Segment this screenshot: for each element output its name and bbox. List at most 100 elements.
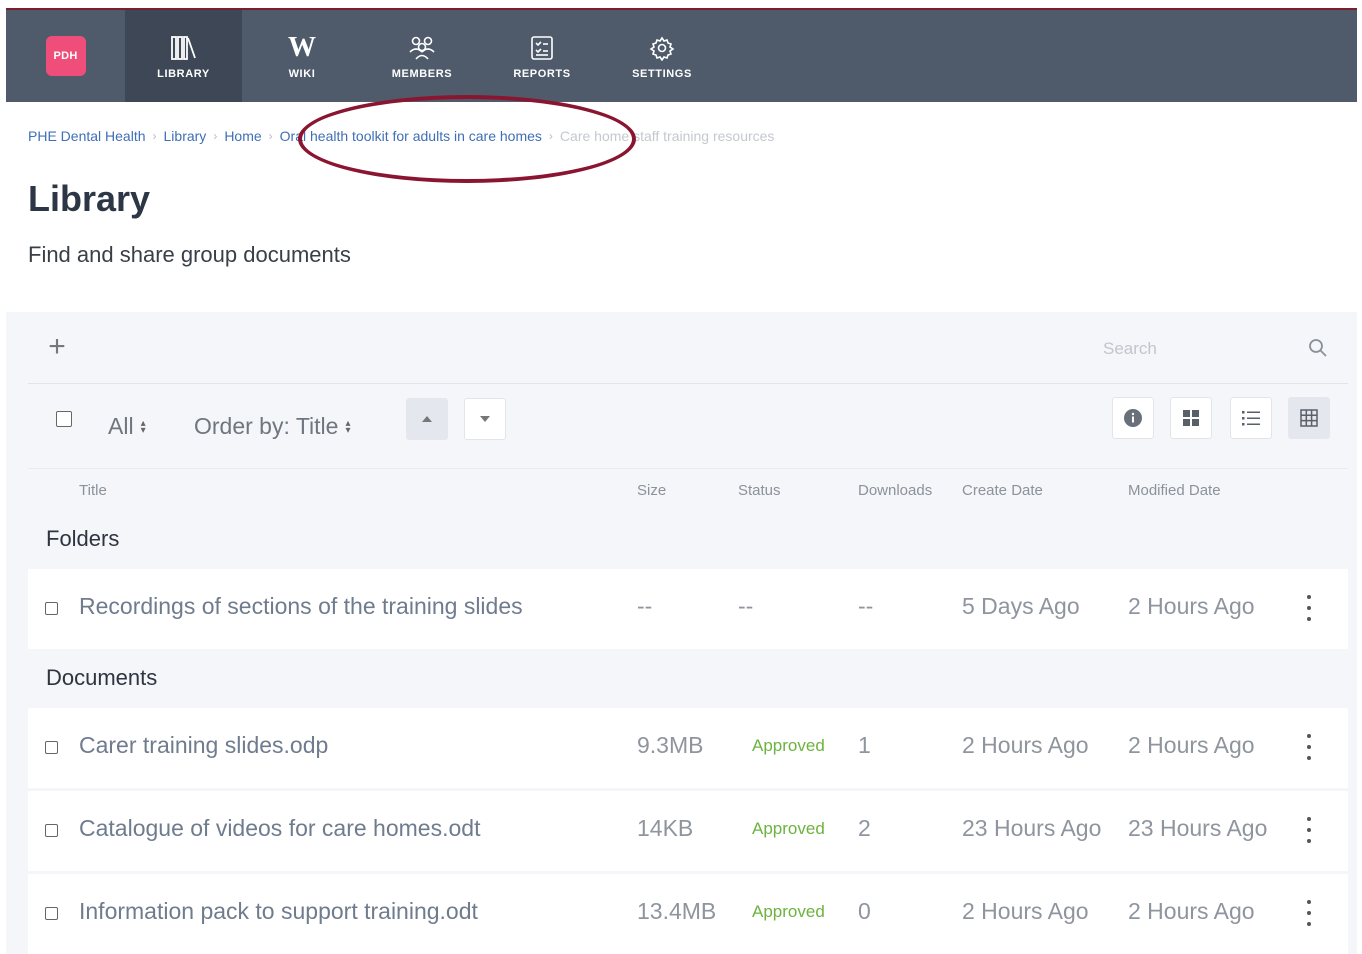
search-input[interactable] bbox=[1068, 339, 1288, 359]
nav-item-wiki[interactable]: W WIKI bbox=[242, 10, 362, 102]
nav-item-library[interactable]: LIBRARY bbox=[125, 10, 242, 102]
page-title: Library bbox=[28, 178, 151, 219]
nav-item-reports[interactable]: REPORTS bbox=[482, 10, 602, 102]
table-header: Title Size Status Downloads Create Date … bbox=[28, 480, 1348, 504]
filter-dropdown[interactable]: All ▴ ▾ bbox=[108, 413, 146, 440]
group-logo[interactable]: PDH bbox=[45, 36, 86, 76]
nav-item-members[interactable]: MEMBERS bbox=[362, 10, 482, 102]
sort-ascending-button[interactable] bbox=[406, 398, 448, 440]
row-downloads: 0 bbox=[858, 898, 871, 924]
list-icon bbox=[1242, 411, 1260, 426]
table-view-button[interactable] bbox=[1288, 397, 1330, 439]
section-label-folders: Folders bbox=[46, 526, 120, 551]
info-icon bbox=[1124, 409, 1142, 427]
nav-label-settings: SETTINGS bbox=[632, 68, 692, 80]
breadcrumb-item-group[interactable]: PHE Dental Health bbox=[28, 128, 146, 144]
page-subtitle: Find and share group documents bbox=[28, 242, 351, 267]
logo-container: PDH bbox=[6, 10, 125, 102]
row-status: Approved bbox=[752, 902, 825, 921]
more-options-icon[interactable] bbox=[1303, 817, 1315, 843]
nav-label-library: LIBRARY bbox=[157, 68, 210, 80]
list-toolbar: All ▴ ▾ Order by: Title ▴ ▾ bbox=[28, 385, 1348, 469]
section-label-documents: Documents bbox=[46, 665, 158, 690]
document-row[interactable]: Carer training slides.odp 9.3MB Approved… bbox=[28, 708, 1348, 788]
document-row[interactable]: Information pack to support training.odt… bbox=[28, 874, 1348, 954]
sort-arrows-icon: ▴ ▾ bbox=[345, 417, 351, 436]
row-size: 9.3MB bbox=[637, 732, 704, 758]
filter-label: All bbox=[108, 413, 134, 439]
column-header-status[interactable]: Status bbox=[738, 482, 781, 499]
more-options-icon[interactable] bbox=[1303, 595, 1315, 621]
reports-icon bbox=[529, 32, 555, 64]
breadcrumb: PHE Dental Health › Library › Home › Ora… bbox=[28, 126, 774, 146]
document-title[interactable]: Information pack to support training.odt bbox=[79, 898, 478, 925]
row-modified-date: 23 Hours Ago bbox=[1128, 815, 1268, 841]
info-button[interactable] bbox=[1112, 397, 1154, 439]
caret-down-icon bbox=[480, 416, 490, 422]
row-downloads: -- bbox=[858, 593, 874, 619]
members-icon bbox=[407, 32, 437, 64]
column-header-size[interactable]: Size bbox=[637, 482, 666, 499]
row-status: Approved bbox=[752, 736, 825, 755]
column-header-modified-date[interactable]: Modified Date bbox=[1128, 482, 1221, 499]
row-checkbox[interactable] bbox=[45, 602, 58, 615]
row-modified-date: 2 Hours Ago bbox=[1128, 593, 1255, 619]
row-checkbox[interactable] bbox=[45, 741, 58, 754]
nav-label-reports: REPORTS bbox=[513, 68, 571, 80]
search-icon[interactable] bbox=[1308, 338, 1328, 363]
list-view-button[interactable] bbox=[1230, 397, 1272, 439]
column-header-title[interactable]: Title bbox=[79, 482, 107, 499]
grid-large-icon bbox=[1183, 410, 1199, 426]
search-box bbox=[1068, 334, 1328, 364]
row-create-date: 5 Days Ago bbox=[962, 593, 1080, 619]
select-all-checkbox[interactable] bbox=[56, 411, 72, 427]
column-header-downloads[interactable]: Downloads bbox=[858, 482, 932, 499]
panel-top-bar: + bbox=[28, 312, 1348, 384]
row-checkbox[interactable] bbox=[45, 824, 58, 837]
chevron-right-icon: › bbox=[152, 129, 157, 143]
folder-title[interactable]: Recordings of sections of the training s… bbox=[79, 593, 523, 620]
column-header-create-date[interactable]: Create Date bbox=[962, 482, 1043, 499]
caret-up-icon bbox=[422, 416, 432, 422]
order-by-label: Order by: Title bbox=[194, 413, 339, 439]
chevron-right-icon: › bbox=[213, 129, 218, 143]
row-status: Approved bbox=[752, 819, 825, 838]
nav-item-settings[interactable]: SETTINGS bbox=[602, 10, 722, 102]
row-size: 13.4MB bbox=[637, 898, 717, 924]
row-create-date: 2 Hours Ago bbox=[962, 732, 1089, 758]
sort-descending-button[interactable] bbox=[464, 398, 506, 440]
order-by-dropdown[interactable]: Order by: Title ▴ ▾ bbox=[194, 413, 350, 440]
chevron-right-icon: › bbox=[268, 129, 273, 143]
top-nav-bar: PDH LIBRARY W WIKI MEMBERS REPORTS SETTI… bbox=[6, 8, 1357, 102]
row-size: -- bbox=[637, 593, 653, 619]
wiki-icon: W bbox=[288, 32, 316, 63]
nav-label-members: MEMBERS bbox=[391, 68, 453, 80]
row-create-date: 23 Hours Ago bbox=[962, 815, 1102, 841]
row-status: -- bbox=[738, 593, 754, 619]
library-icon bbox=[170, 32, 198, 64]
tile-view-button[interactable] bbox=[1170, 397, 1212, 439]
folder-row[interactable]: Recordings of sections of the training s… bbox=[28, 569, 1348, 649]
settings-icon bbox=[649, 32, 675, 64]
more-options-icon[interactable] bbox=[1303, 900, 1315, 926]
chevron-right-icon: › bbox=[548, 129, 553, 143]
nav-label-wiki: WIKI bbox=[288, 68, 316, 80]
row-create-date: 2 Hours Ago bbox=[962, 898, 1089, 924]
breadcrumb-item-toolkit[interactable]: Oral health toolkit for adults in care h… bbox=[280, 128, 542, 144]
row-downloads: 1 bbox=[858, 732, 871, 758]
document-row[interactable]: Catalogue of videos for care homes.odt 1… bbox=[28, 791, 1348, 871]
document-title[interactable]: Catalogue of videos for care homes.odt bbox=[79, 815, 480, 842]
more-options-icon[interactable] bbox=[1303, 734, 1315, 760]
breadcrumb-item-home[interactable]: Home bbox=[224, 128, 261, 144]
breadcrumb-item-current: Care home staff training resources bbox=[559, 128, 775, 144]
row-downloads: 2 bbox=[858, 815, 871, 841]
breadcrumb-item-library[interactable]: Library bbox=[164, 128, 207, 144]
row-modified-date: 2 Hours Ago bbox=[1128, 898, 1255, 924]
add-button[interactable]: + bbox=[42, 332, 72, 362]
row-checkbox[interactable] bbox=[45, 907, 58, 920]
document-title[interactable]: Carer training slides.odp bbox=[79, 732, 328, 759]
library-panel: + All ▴▾ Order by: Title ▴▾ bbox=[6, 312, 1357, 954]
sort-arrows-icon: ▴ ▾ bbox=[140, 417, 146, 436]
row-modified-date: 2 Hours Ago bbox=[1128, 732, 1255, 758]
row-size: 14KB bbox=[637, 815, 694, 841]
